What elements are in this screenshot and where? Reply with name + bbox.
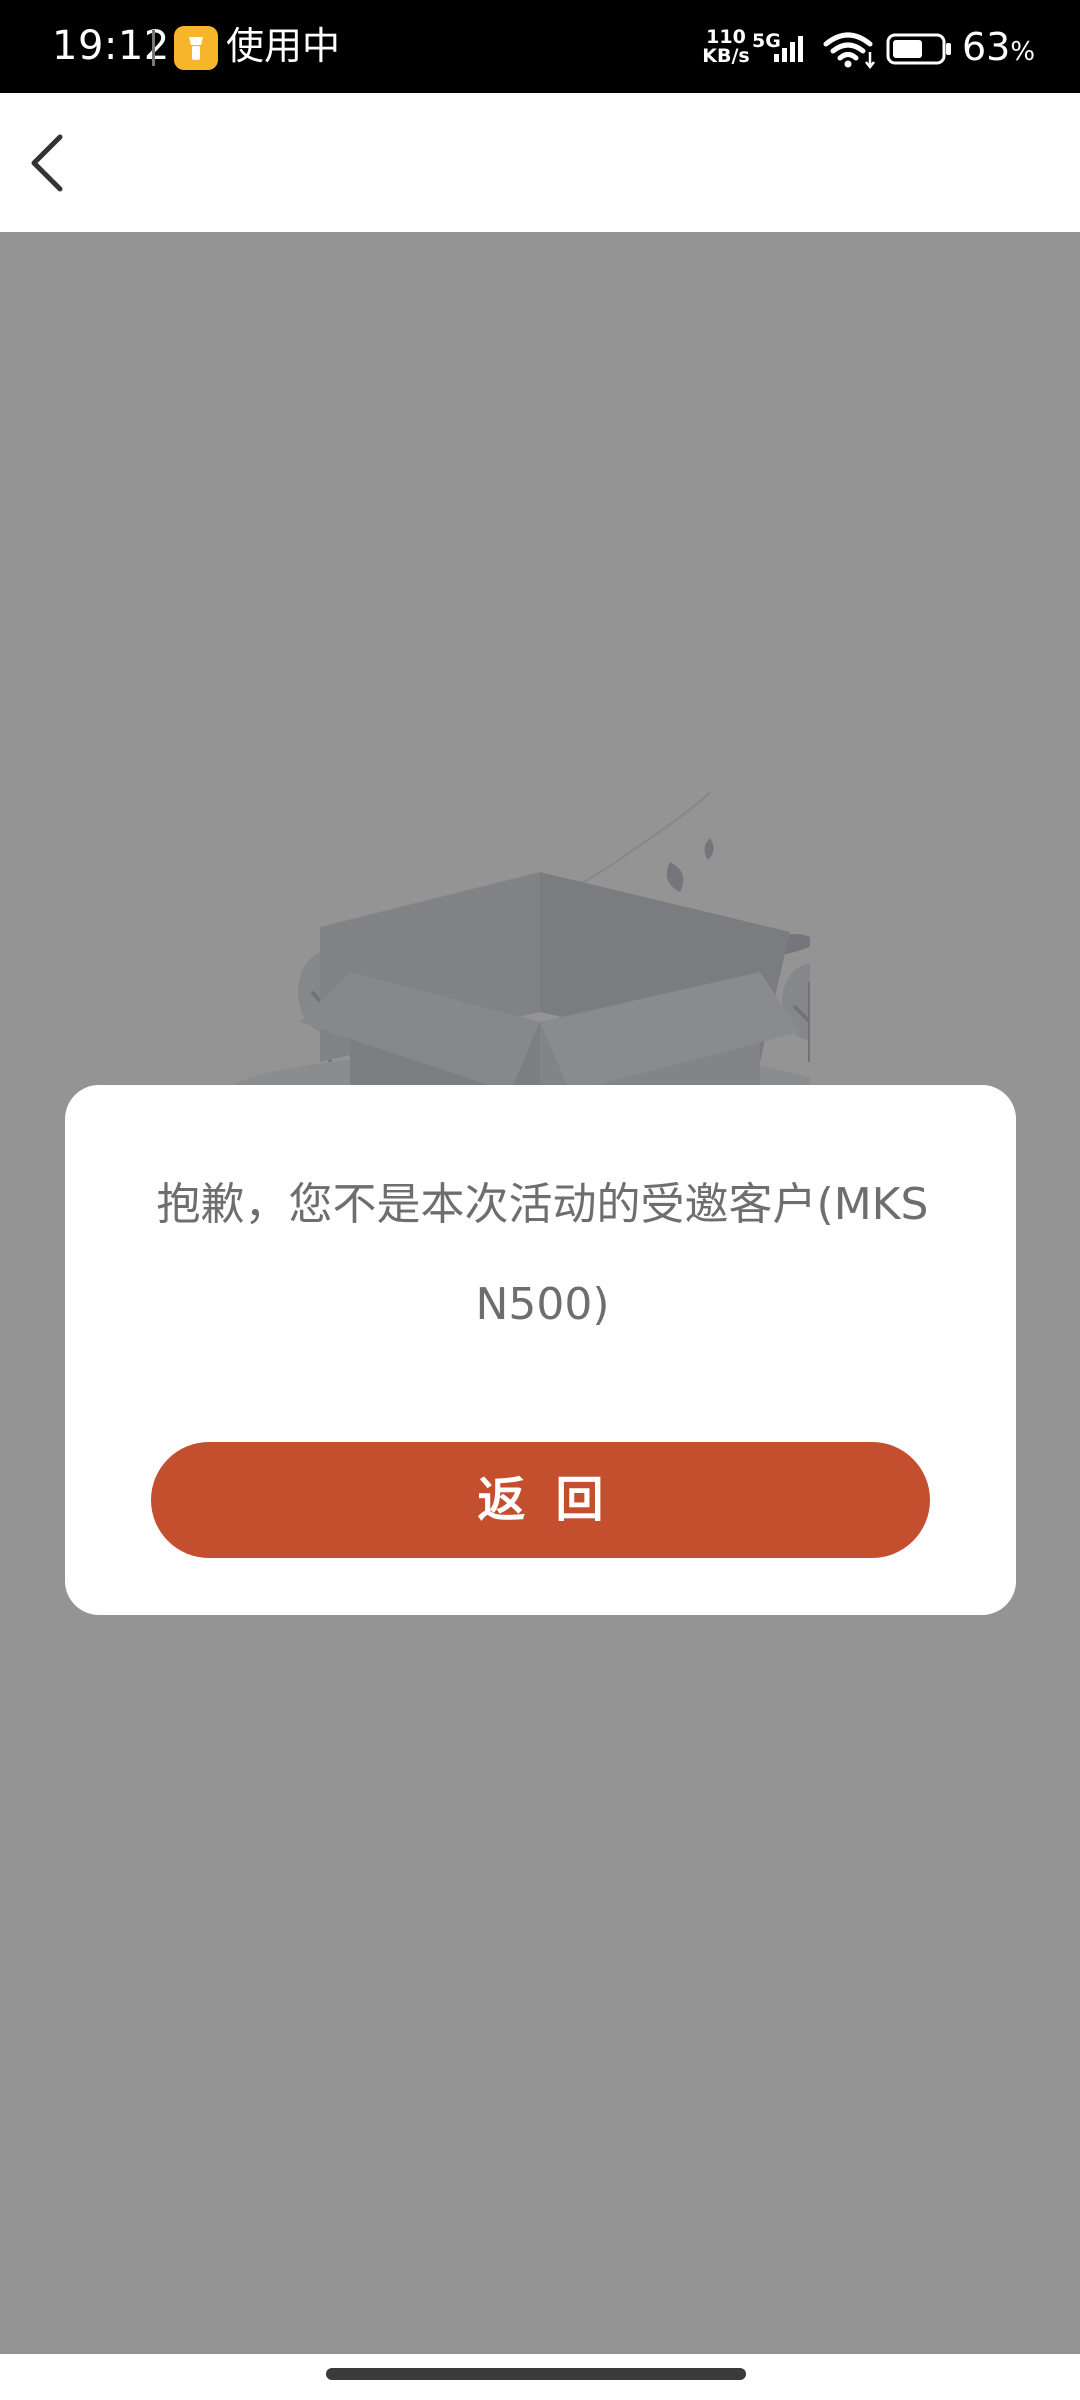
chevron-left-icon: [31, 134, 63, 192]
back-button[interactable]: [18, 115, 114, 211]
status-app-label: 使用中: [226, 24, 341, 68]
wifi-icon: [822, 30, 878, 74]
status-divider: [152, 30, 155, 66]
battery-percentage: 63%: [962, 24, 1035, 75]
net-speed: 110 KB/s: [700, 28, 752, 66]
battery-value: 63: [962, 25, 1011, 69]
nav-bar: [0, 93, 1080, 232]
signal-bars-icon: [772, 32, 814, 68]
home-indicator[interactable]: [326, 2368, 746, 2380]
gesture-area: [0, 2354, 1080, 2400]
flashlight-icon: [174, 26, 218, 70]
screen: 19:12 使用中 110 KB/s 5G 63% 抱歉，您不是本次活动的受邀客…: [0, 0, 1080, 2400]
alert-dialog: 抱歉，您不是本次活动的受邀客户(MKSN500) 返回: [65, 1085, 1016, 1615]
net-speed-unit: KB/s: [702, 45, 750, 67]
status-bar: 19:12 使用中 110 KB/s 5G 63%: [0, 0, 1080, 93]
battery-icon: [886, 33, 954, 69]
battery-unit: %: [1010, 37, 1036, 67]
return-button[interactable]: 返回: [151, 1442, 930, 1558]
dialog-message: 抱歉，您不是本次活动的受邀客户(MKSN500): [156, 1179, 929, 1330]
